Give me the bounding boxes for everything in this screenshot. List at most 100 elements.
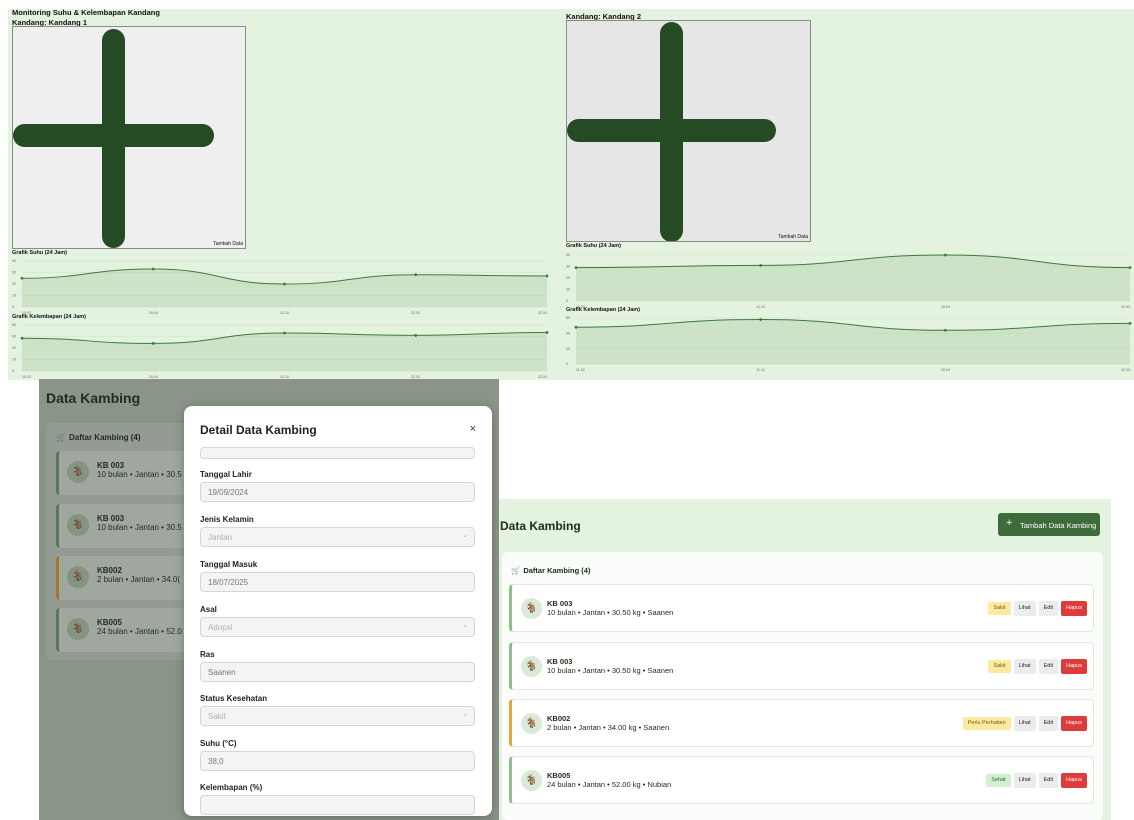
row-actions: Sakit Lihat Edit Hapus bbox=[988, 659, 1087, 674]
k2-kelembapan-x-tick: 18.04 bbox=[941, 368, 950, 372]
tanggal-masuk-field[interactable]: 18/07/2025 bbox=[200, 572, 475, 592]
k1-suhu-point[interactable] bbox=[545, 274, 549, 278]
monitoring-title: Monitoring Suhu & Kelembapan Kandang bbox=[12, 8, 160, 17]
k2-suhu-point[interactable] bbox=[943, 253, 947, 257]
row-actions: Perlu Perhatian Lihat Edit Hapus bbox=[962, 716, 1087, 731]
edit-button[interactable]: Edit bbox=[1038, 716, 1059, 731]
view-button[interactable]: Lihat bbox=[1013, 659, 1036, 674]
k2-kelembapan-x-tick: 11.12 bbox=[756, 368, 765, 372]
list-item[interactable]: 🐐 KB 003 10 bulan • Jantan • 30.50 kg • … bbox=[509, 642, 1094, 690]
k1-suhu-point[interactable] bbox=[151, 267, 155, 271]
page-title: Data Kambing bbox=[500, 519, 581, 533]
asal-label: Asal bbox=[200, 605, 217, 614]
k1-suhu-point[interactable] bbox=[283, 282, 286, 286]
k1-suhu-x-tick: 22.53 bbox=[538, 311, 547, 315]
jenis-kelamin-label: Jenis Kelamin bbox=[200, 515, 254, 524]
edit-button[interactable]: Edit bbox=[1038, 601, 1059, 616]
asal-select[interactable]: Adopsi ⌄ bbox=[200, 617, 475, 637]
k1-kelembapan-x-tick: 10.03 bbox=[22, 375, 31, 379]
list-item[interactable]: 🐐 KB002 2 bulan • Jantan • 34.00 kg • Sa… bbox=[509, 699, 1094, 747]
tambah-data-link[interactable]: Tambah Data bbox=[778, 234, 808, 240]
list-title: 🛒 Daftar Kambing (4) bbox=[511, 566, 590, 575]
kandang-1-kelembapan-chart: 80604020010.03 18.04 22.10 22.52 22.53 bbox=[12, 323, 549, 379]
k2-kelembapan-point[interactable] bbox=[1128, 321, 1132, 325]
k1-suhu-point[interactable] bbox=[414, 273, 418, 277]
k2-kelembapan-point[interactable] bbox=[574, 325, 578, 329]
k2-kelembapan-y-tick: 20 bbox=[566, 347, 570, 351]
goat-icon: 🐐 bbox=[521, 770, 542, 791]
k1-kelembapan-y-tick: 60 bbox=[12, 335, 16, 339]
k1-kelembapan-y-tick: 40 bbox=[12, 346, 16, 350]
k1-kelembapan-area bbox=[22, 332, 547, 371]
goat-desc: 24 bulan • Jantan • 52.00 kg • Nubian bbox=[547, 780, 672, 789]
k2-suhu-x-tick: 11.12 bbox=[756, 305, 765, 309]
k1-kelembapan-point[interactable] bbox=[414, 333, 418, 337]
k2-suhu-point[interactable] bbox=[1128, 266, 1132, 270]
list-screen: Data Kambing + Tambah Data Kambing 🛒 Daft… bbox=[499, 499, 1111, 820]
tanggal-masuk-label: Tanggal Masuk bbox=[200, 560, 258, 569]
k2-suhu-y-tick: 10 bbox=[566, 288, 570, 292]
view-button[interactable]: Lihat bbox=[1013, 773, 1036, 788]
k1-kelembapan-point[interactable] bbox=[283, 331, 286, 335]
kandang-2-suhu-title: Grafik Suhu (24 Jam) bbox=[566, 243, 622, 249]
kandang-1-suhu-chart: 40302010010.03 18.04 22.10 22.52 22.53 bbox=[12, 259, 549, 315]
add-goat-button[interactable]: + Tambah Data Kambing bbox=[998, 513, 1100, 536]
list-title-text: Daftar Kambing (4) bbox=[523, 566, 591, 575]
status-badge: Perlu Perhatian bbox=[962, 717, 1011, 730]
list-item[interactable]: 🐐 KB005 24 bulan • Jantan • 52.00 kg • N… bbox=[509, 756, 1094, 804]
k1-kelembapan-point[interactable] bbox=[151, 342, 155, 345]
k1-suhu-y-tick: 30 bbox=[12, 271, 16, 275]
ras-field[interactable]: Saanen bbox=[200, 662, 475, 682]
edit-button[interactable]: Edit bbox=[1038, 659, 1059, 674]
kandang-2-camera: Tambah Data bbox=[566, 20, 811, 242]
tanggal-lahir-field[interactable]: 19/09/2024 bbox=[200, 482, 475, 502]
chevron-down-icon: ⌄ bbox=[462, 622, 468, 629]
suhu-field[interactable]: 38,0 bbox=[200, 751, 475, 771]
status-kesehatan-select[interactable]: Sakit ⌄ bbox=[200, 706, 475, 726]
row-actions: Sakit Lihat Edit Hapus bbox=[988, 601, 1087, 616]
kandang-1-suhu-title: Grafik Suhu (24 Jam) bbox=[12, 250, 68, 256]
delete-button[interactable]: Hapus bbox=[1061, 601, 1087, 616]
delete-button[interactable]: Hapus bbox=[1061, 716, 1087, 731]
k1-suhu-x-tick: 22.10 bbox=[280, 311, 289, 315]
tanggal-lahir-label: Tanggal Lahir bbox=[200, 470, 252, 479]
status-badge: Sakit bbox=[988, 602, 1011, 615]
view-button[interactable]: Lihat bbox=[1013, 716, 1036, 731]
goat-icon: 🐐 bbox=[521, 656, 542, 677]
k2-kelembapan-point[interactable] bbox=[759, 318, 763, 321]
k2-kelembapan-point[interactable] bbox=[943, 328, 947, 332]
k1-kelembapan-point[interactable] bbox=[20, 336, 24, 340]
k2-suhu-point[interactable] bbox=[574, 266, 578, 270]
k2-kelembapan-y-tick: 40 bbox=[566, 332, 570, 336]
k1-suhu-x-tick: 18.04 bbox=[149, 311, 158, 315]
kandang-1-camera: Tambah Data bbox=[12, 26, 246, 249]
close-icon[interactable]: × bbox=[470, 423, 476, 435]
edit-button[interactable]: Edit bbox=[1038, 773, 1059, 788]
goat-code: KB 003 bbox=[547, 657, 573, 666]
delete-button[interactable]: Hapus bbox=[1061, 659, 1087, 674]
k1-kelembapan-point[interactable] bbox=[545, 331, 549, 334]
k1-suhu-y-tick: 0 bbox=[12, 305, 14, 309]
k2-suhu-point[interactable] bbox=[759, 263, 763, 267]
detail-modal: Detail Data Kambing × Tanggal Lahir 19/0… bbox=[184, 406, 492, 816]
scrolled-field[interactable] bbox=[200, 447, 475, 459]
k2-suhu-x-tick: 22.53 bbox=[1121, 305, 1130, 309]
goat-desc: 10 bulan • Jantan • 30.50 kg • Saanen bbox=[547, 666, 674, 675]
k2-kelembapan-x-tick: 22.53 bbox=[1121, 368, 1130, 372]
kelembapan-label: Kelembapan (%) bbox=[200, 783, 263, 792]
k1-kelembapan-x-tick: 22.53 bbox=[538, 375, 547, 379]
k1-suhu-x-tick: 22.52 bbox=[411, 311, 420, 315]
row-actions: Sehat Lihat Edit Hapus bbox=[986, 773, 1087, 788]
view-button[interactable]: Lihat bbox=[1013, 601, 1036, 616]
k2-suhu-x-tick: 18.04 bbox=[941, 305, 950, 309]
goat-icon: 🐐 bbox=[521, 713, 542, 734]
delete-button[interactable]: Hapus bbox=[1061, 773, 1087, 788]
k1-suhu-point[interactable] bbox=[20, 276, 24, 280]
kelembapan-field[interactable] bbox=[200, 795, 475, 815]
jenis-kelamin-select[interactable]: Jantan ⌄ bbox=[200, 527, 475, 547]
k1-suhu-y-tick: 40 bbox=[12, 259, 16, 263]
tambah-data-link[interactable]: Tambah Data bbox=[213, 241, 243, 247]
status-badge: Sehat bbox=[986, 774, 1011, 787]
k1-suhu-y-tick: 10 bbox=[12, 294, 16, 298]
list-item[interactable]: 🐐 KB 003 10 bulan • Jantan • 30.50 kg • … bbox=[509, 584, 1094, 632]
